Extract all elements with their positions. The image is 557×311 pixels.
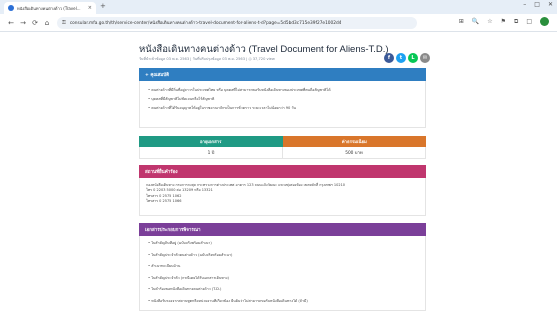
- tab-title: หนังสือเดินทางคนต่างด้าว (Travel...: [17, 5, 81, 11]
- reload-button[interactable]: ⟳: [29, 19, 41, 27]
- forward-button[interactable]: →: [17, 19, 29, 27]
- document-item: • สำเนาทะเบียนบ้าน: [148, 264, 181, 268]
- table-header-row: อายุเอกสาร ค่าธรรมเนียม: [139, 136, 426, 147]
- page-content: หนังสือเดินทางคนต่างด้าว (Travel Documen…: [0, 33, 557, 311]
- maximize-button[interactable]: □: [534, 1, 540, 8]
- table-row: 1 ปี 500 บาท: [139, 147, 426, 159]
- extension-icon[interactable]: ⚑: [501, 18, 506, 25]
- documents-content: • ใบสำคัญถิ่นที่อยู่ (ฉบับจริงพร้อมสำเนา…: [139, 236, 426, 311]
- back-button[interactable]: ←: [5, 19, 17, 27]
- minimize-button[interactable]: –: [523, 1, 526, 8]
- browser-tab-strip: หนังสือเดินทางคนต่างด้าว (Travel... × + …: [0, 0, 557, 14]
- window-controls: – □ ✕: [523, 1, 553, 8]
- qualification-item: • บุคคลที่มีสัญชาติไม่ชัดเจนหรือไร้สัญชา…: [148, 97, 215, 101]
- share-buttons: f t L ✉: [384, 53, 430, 63]
- twitter-share-icon[interactable]: t: [396, 53, 406, 63]
- qualification-item: • คนต่างด้าวที่ได้รับอนุญาตให้อยู่ในราชอ…: [148, 106, 296, 110]
- zoom-icon[interactable]: 🔍: [472, 18, 479, 25]
- page-meta: วันที่นำเข้าข้อมูล 03 พ.ย. 2563 | วันที่…: [139, 57, 275, 61]
- fee-header: ค่าธรรมเนียม: [282, 136, 426, 147]
- sidebar-icon[interactable]: □: [526, 18, 532, 25]
- email-share-icon[interactable]: ✉: [420, 53, 430, 63]
- site-info-icon[interactable]: ⚿: [62, 20, 66, 26]
- duration-header: อายุเอกสาร: [139, 136, 283, 147]
- place-fax: โทรสาร 0 2575 1066: [146, 198, 182, 203]
- address-bar[interactable]: ⚿ consular.mfa.go.th/th/service-center/ห…: [57, 16, 417, 29]
- bookmark-star-icon[interactable]: ☆: [487, 18, 492, 25]
- qualification-header[interactable]: + คุณสมบัติ: [139, 68, 426, 81]
- page-title: หนังสือเดินทางคนต่างด้าว (Travel Documen…: [139, 44, 389, 55]
- close-window-button[interactable]: ✕: [548, 1, 553, 8]
- new-tab-button[interactable]: +: [100, 2, 106, 10]
- extension-icons: ⊞ 🔍 ☆ ⚑ ⧉ □: [459, 17, 549, 26]
- tab-close-icon[interactable]: ×: [88, 5, 92, 11]
- fee-cell: 500 บาท: [282, 147, 425, 158]
- qualification-item: • คนต่างด้าวที่มีถิ่นที่อยู่ถาวรในประเทศ…: [148, 88, 331, 92]
- document-item: • ใบสำคัญถิ่นที่อยู่ (ฉบับจริงพร้อมสำเนา…: [148, 241, 212, 245]
- document-item: • ใบสำคัญประจำตัวคนต่างด้าว (ฉบับจริงพร้…: [148, 252, 233, 257]
- browser-tab[interactable]: หนังสือเดินทางคนต่างด้าว (Travel... ×: [4, 2, 96, 14]
- qualification-content: • คนต่างด้าวที่มีถิ่นที่อยู่ถาวรในประเทศ…: [139, 81, 426, 128]
- document-item: • หนังสือรับรองจากสถานทูตหรือหน่วยงานที่…: [148, 298, 308, 303]
- duration-fee-table: อายุเอกสาร ค่าธรรมเนียม 1 ปี 500 บาท: [139, 136, 426, 159]
- place-content: กองหนังสือเดินทาง กรมการกงสุล กระทรวงการ…: [139, 178, 426, 216]
- translate-icon[interactable]: ⊞: [459, 18, 464, 25]
- line-share-icon[interactable]: L: [408, 53, 418, 63]
- url-text[interactable]: consular.mfa.go.th/th/service-center/หนั…: [70, 19, 342, 26]
- profile-avatar[interactable]: [540, 17, 549, 26]
- documents-header: เอกสารประกอบการพิจารณา: [139, 223, 426, 236]
- split-view-icon[interactable]: ⧉: [514, 18, 518, 26]
- site-favicon-icon: [8, 5, 14, 11]
- place-header: สถานที่ยื่นคำร้อง: [139, 165, 426, 178]
- document-item: • ใบคำร้องขอหนังสือเดินทางคนต่างด้าว (T.…: [148, 287, 222, 291]
- facebook-share-icon[interactable]: f: [384, 53, 394, 63]
- document-item: • ใบสำคัญประจำตัว (กรณีเคยได้รับเอกสารเด…: [148, 275, 229, 280]
- home-button[interactable]: ⌂: [41, 19, 53, 27]
- duration-cell: 1 ปี: [207, 151, 215, 156]
